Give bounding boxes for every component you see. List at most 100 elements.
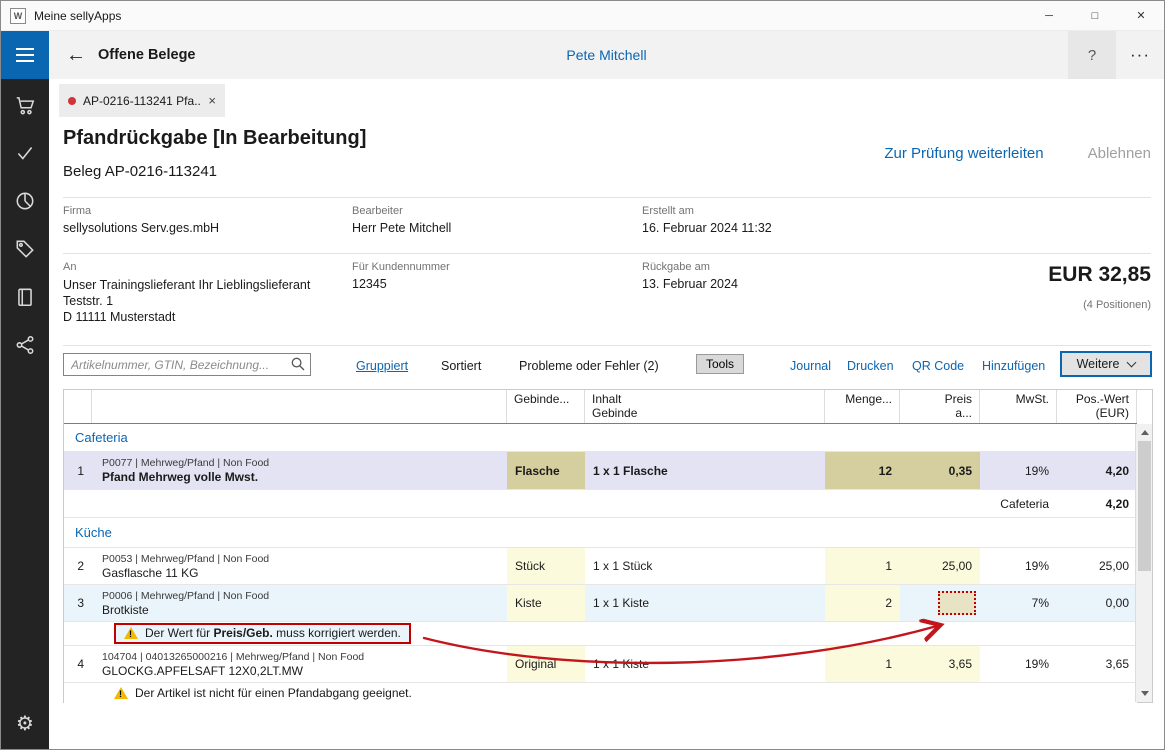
row-number: 3: [64, 585, 92, 621]
minimize-button[interactable]: ─: [1026, 1, 1072, 30]
row-number: 2: [64, 548, 92, 584]
checkmark-icon[interactable]: [1, 129, 49, 177]
share-network-icon[interactable]: [1, 321, 49, 369]
mwst-cell: 19%: [980, 548, 1057, 584]
gebinde-cell[interactable]: Kiste: [507, 585, 585, 621]
menge-cell[interactable]: 1: [825, 548, 900, 584]
mwst-cell: 19%: [980, 452, 1057, 489]
hinzufuegen-link[interactable]: Hinzufügen: [982, 359, 1045, 373]
vertical-scrollbar[interactable]: [1135, 424, 1152, 702]
error-message: Der Wert für Preis/Geb. muss korrigiert …: [145, 626, 401, 640]
journal-book-icon[interactable]: [1, 273, 49, 321]
bearbeiter-label: Bearbeiter: [352, 205, 403, 217]
firma-label: Firma: [63, 205, 91, 217]
help-button[interactable]: ?: [1068, 31, 1116, 79]
probleme-filter[interactable]: Probleme oder Fehler (2): [519, 359, 659, 373]
scroll-up-arrow[interactable]: [1136, 424, 1153, 441]
menge-cell[interactable]: 12: [825, 452, 900, 489]
group-header-kueche[interactable]: Küche: [64, 518, 1137, 548]
tab-close-icon[interactable]: ×: [208, 93, 216, 108]
document-tab[interactable]: AP-0216-113241 Pfa... ×: [59, 84, 225, 117]
window-controls: ─ □ ✕: [1026, 1, 1164, 30]
scroll-down-arrow[interactable]: [1136, 685, 1153, 702]
group-header-cafeteria[interactable]: Cafeteria: [64, 424, 1137, 452]
article-name: Gasflasche 11 KG: [102, 566, 199, 580]
preis-cell[interactable]: 25,00: [900, 548, 980, 584]
pie-chart-icon[interactable]: [1, 177, 49, 225]
journal-link[interactable]: Journal: [790, 359, 831, 373]
an-label: An: [63, 261, 76, 273]
more-options-button[interactable]: ···: [1118, 31, 1162, 79]
document-actions: Zur Prüfung weiterleiten Ablehnen: [884, 145, 1151, 162]
close-button[interactable]: ✕: [1118, 1, 1164, 30]
kundennummer-value: 12345: [352, 277, 387, 291]
weitere-dropdown-button[interactable]: Weitere: [1060, 351, 1152, 377]
search-input[interactable]: [63, 353, 311, 376]
gruppiert-toggle[interactable]: Gruppiert: [356, 359, 408, 373]
col-menge[interactable]: Menge...: [825, 390, 900, 423]
erstellt-label: Erstellt am: [642, 205, 694, 217]
gebinde-cell[interactable]: Stück: [507, 548, 585, 584]
app-logo-icon: W: [10, 8, 26, 24]
firma-value: sellysolutions Serv.ges.mbH: [63, 221, 219, 235]
sidebar-nav: ⚙: [1, 79, 49, 749]
price-tag-icon[interactable]: [1, 225, 49, 273]
menge-cell[interactable]: 2: [825, 585, 900, 621]
col-gebinde[interactable]: Gebinde...: [507, 390, 585, 423]
col-preis[interactable]: Preisa...: [900, 390, 980, 423]
warning-icon: [124, 627, 138, 639]
pos-wert-cell: 4,20: [1057, 452, 1137, 489]
article-meta: P0077 | Mehrweg/Pfand | Non Food: [102, 457, 269, 469]
mwst-cell: 19%: [980, 646, 1057, 682]
bearbeiter-value: Herr Pete Mitchell: [352, 221, 451, 235]
preis-cell[interactable]: 3,65: [900, 646, 980, 682]
inhalt-cell: 1 x 1 Kiste: [585, 646, 825, 682]
rueckgabe-value: 13. Februar 2024: [642, 277, 738, 291]
table-row[interactable]: 3 P0006 | Mehrweg/Pfand | Non Food Brotk…: [64, 585, 1137, 622]
settings-gear-icon[interactable]: ⚙: [1, 699, 49, 747]
pos-wert-cell: 25,00: [1057, 548, 1137, 584]
inhalt-cell: 1 x 1 Flasche: [585, 452, 825, 489]
gebinde-cell[interactable]: Flasche: [507, 452, 585, 489]
inhalt-cell: 1 x 1 Stück: [585, 548, 825, 584]
missing-price-field[interactable]: [938, 591, 976, 615]
article-name: GLOCKG.APFELSAFT 12X0,2LT.MW: [102, 664, 303, 678]
reject-button[interactable]: Ablehnen: [1088, 145, 1151, 162]
search-box: [63, 353, 311, 376]
col-pos-wert[interactable]: Pos.-Wert(EUR): [1057, 390, 1137, 423]
qr-code-link[interactable]: QR Code: [912, 359, 964, 373]
table-row[interactable]: 2 P0053 | Mehrweg/Pfand | Non Food Gasfl…: [64, 548, 1137, 585]
app-header: ← Offene Belege Pete Mitchell ? ···: [1, 31, 1164, 79]
col-mwst[interactable]: MwSt.: [980, 390, 1057, 423]
divider: [63, 197, 1151, 198]
gebinde-cell[interactable]: Original: [507, 646, 585, 682]
preis-cell-error[interactable]: [900, 585, 980, 621]
hamburger-menu-button[interactable]: [1, 31, 49, 79]
sortiert-toggle[interactable]: Sortiert: [441, 359, 481, 373]
preis-cell[interactable]: 0,35: [900, 452, 980, 489]
menge-cell[interactable]: 1: [825, 646, 900, 682]
row-number: 1: [64, 452, 92, 489]
tab-status-dot: [68, 97, 76, 105]
article-meta: P0053 | Mehrweg/Pfand | Non Food: [102, 553, 269, 565]
app-window: W Meine sellyApps ─ □ ✕ ← Offene Belege …: [0, 0, 1165, 750]
scrollbar-thumb[interactable]: [1138, 441, 1151, 571]
row-number: 4: [64, 646, 92, 682]
title-bar: W Meine sellyApps ─ □ ✕: [1, 1, 1164, 31]
inhalt-cell: 1 x 1 Kiste: [585, 585, 825, 621]
table-row[interactable]: 1 P0077 | Mehrweg/Pfand | Non Food Pfand…: [64, 452, 1137, 490]
user-name-link[interactable]: Pete Mitchell: [49, 31, 1164, 79]
position-count: (4 Positionen): [1083, 299, 1151, 311]
cart-icon[interactable]: [1, 81, 49, 129]
warning-row: Der Artikel ist nicht für einen Pfandabg…: [64, 683, 1137, 703]
col-inhalt-gebinde[interactable]: InhaltGebinde: [585, 390, 825, 423]
document-title: Pfandrückgabe [In Bearbeitung]: [63, 127, 366, 150]
forward-for-review-button[interactable]: Zur Prüfung weiterleiten: [884, 145, 1043, 162]
tools-button[interactable]: Tools: [696, 354, 744, 374]
rueckgabe-label: Rückgabe am: [642, 261, 710, 273]
kundennummer-label: Für Kundennummer: [352, 261, 450, 273]
subtotal-value: 4,20: [1057, 490, 1137, 517]
maximize-button[interactable]: □: [1072, 1, 1118, 30]
table-row[interactable]: 4 104704 | 04013265000216 | Mehrweg/Pfan…: [64, 646, 1137, 683]
drucken-link[interactable]: Drucken: [847, 359, 894, 373]
